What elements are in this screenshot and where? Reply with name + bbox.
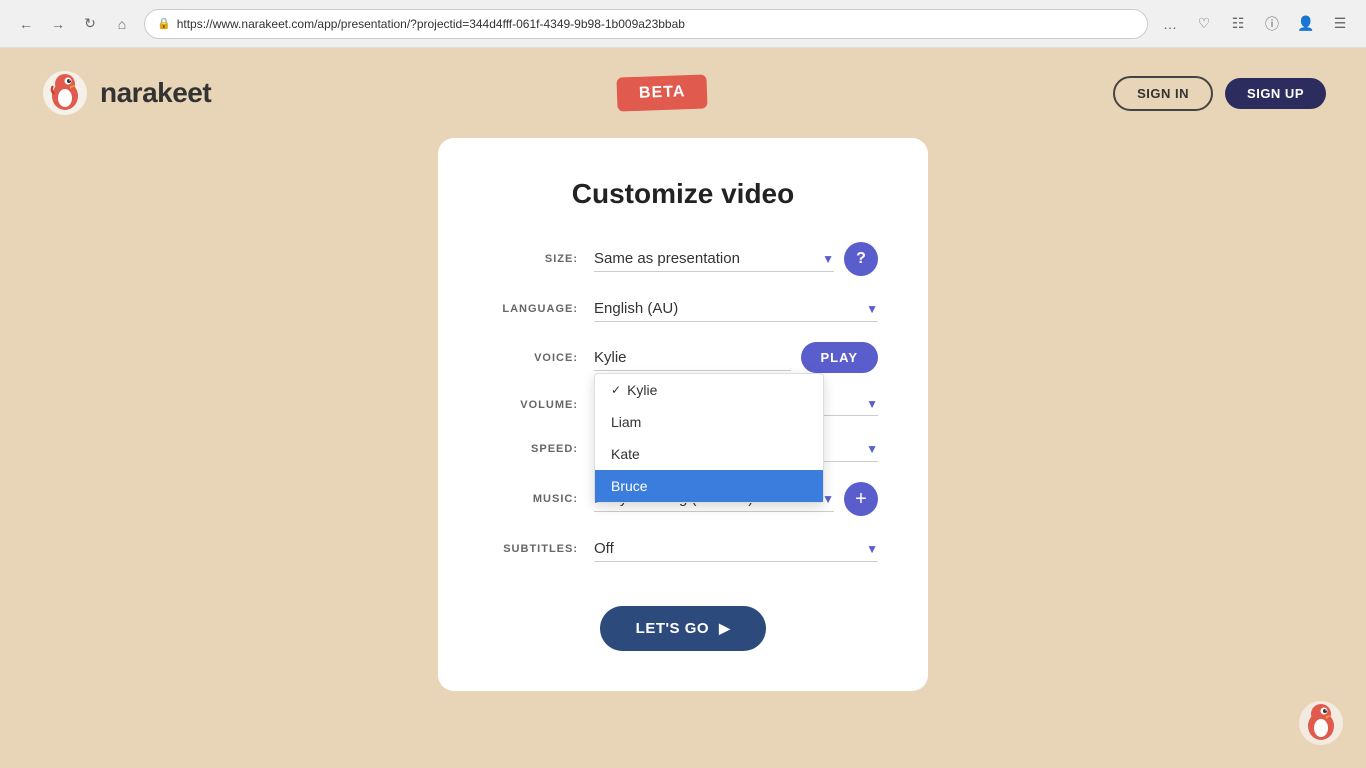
forward-button[interactable]: → bbox=[44, 10, 72, 38]
lets-go-arrow-icon: ▶ bbox=[719, 620, 730, 637]
voice-option-liam-label: Liam bbox=[611, 414, 641, 430]
voice-label: VOICE: bbox=[488, 352, 578, 364]
subtitles-label: SUBTITLES: bbox=[488, 543, 578, 555]
address-bar[interactable]: 🔒 https://www.narakeet.com/app/presentat… bbox=[144, 9, 1148, 39]
corner-bird-decoration bbox=[1296, 698, 1346, 748]
voice-play-button[interactable]: PLAY bbox=[801, 342, 878, 373]
reader-mode-button[interactable]: ☷ bbox=[1224, 10, 1252, 38]
profile-button[interactable]: 👤 bbox=[1292, 10, 1320, 38]
voice-option-kate-label: Kate bbox=[611, 446, 640, 462]
size-label: SIZE: bbox=[488, 253, 578, 265]
lock-icon: 🔒 bbox=[157, 17, 171, 30]
header: narakeet BETA SIGN IN SIGN UP bbox=[0, 48, 1366, 138]
language-dropdown-arrow-icon: ▼ bbox=[866, 302, 878, 316]
language-control: English (AU) ▼ bbox=[594, 296, 878, 322]
logo-text: narakeet bbox=[100, 77, 211, 109]
voice-option-kylie-label: Kylie bbox=[627, 382, 657, 398]
volume-dropdown-arrow-icon: ▼ bbox=[866, 397, 878, 411]
language-label: LANGUAGE: bbox=[488, 303, 578, 315]
music-plus-button[interactable]: + bbox=[844, 482, 878, 516]
voice-option-bruce[interactable]: Bruce bbox=[595, 470, 823, 502]
size-value: Same as presentation bbox=[594, 250, 814, 267]
sign-in-button[interactable]: SIGN IN bbox=[1113, 76, 1213, 111]
voice-dropdown-trigger[interactable]: Kylie bbox=[594, 345, 791, 371]
size-row: SIZE: Same as presentation ▼ ? bbox=[488, 242, 878, 276]
page-content: narakeet BETA SIGN IN SIGN UP Customize … bbox=[0, 48, 1366, 768]
subtitles-dropdown-arrow-icon: ▼ bbox=[866, 542, 878, 556]
size-dropdown[interactable]: Same as presentation ▼ bbox=[594, 246, 834, 272]
music-label: MUSIC: bbox=[488, 493, 578, 505]
corner-bird-icon bbox=[1296, 698, 1346, 748]
logo-area: narakeet bbox=[40, 68, 211, 118]
voice-option-kylie[interactable]: ✓ Kylie bbox=[595, 374, 823, 406]
voice-row: VOICE: Kylie ✓ Kylie Liam Kate bbox=[488, 342, 878, 373]
size-help-button[interactable]: ? bbox=[844, 242, 878, 276]
refresh-button[interactable]: ↻ bbox=[76, 10, 104, 38]
voice-option-bruce-label: Bruce bbox=[611, 478, 648, 494]
subtitles-row: SUBTITLES: Off ▼ bbox=[488, 536, 878, 562]
size-dropdown-arrow-icon: ▼ bbox=[822, 252, 834, 266]
language-value: English (AU) bbox=[594, 300, 858, 317]
menu-button[interactable]: ☰ bbox=[1326, 10, 1354, 38]
lets-go-label: LET'S GO bbox=[636, 620, 709, 637]
header-buttons: SIGN IN SIGN UP bbox=[1113, 76, 1326, 111]
subtitles-value: Off bbox=[594, 540, 858, 557]
logo-bird-icon bbox=[40, 68, 90, 118]
lets-go-button[interactable]: LET'S GO ▶ bbox=[600, 606, 767, 651]
sign-up-button[interactable]: SIGN UP bbox=[1225, 78, 1326, 109]
lets-go-area: LET'S GO ▶ bbox=[488, 582, 878, 651]
speed-dropdown-arrow-icon: ▼ bbox=[866, 442, 878, 456]
browser-toolbar: ← → ↻ ⌂ 🔒 https://www.narakeet.com/app/p… bbox=[0, 0, 1366, 48]
voice-check-icon: ✓ bbox=[611, 383, 621, 397]
extensions-button[interactable]: … bbox=[1156, 10, 1184, 38]
card-title: Customize video bbox=[488, 178, 878, 210]
language-row: LANGUAGE: English (AU) ▼ bbox=[488, 296, 878, 322]
voice-control: Kylie ✓ Kylie Liam Kate Bruce bbox=[594, 345, 791, 371]
voice-option-liam[interactable]: Liam bbox=[595, 406, 823, 438]
bookmark-button[interactable]: ♡ bbox=[1190, 10, 1218, 38]
volume-label: VOLUME: bbox=[488, 399, 578, 411]
main-card: Customize video SIZE: Same as presentati… bbox=[438, 138, 928, 691]
voice-dropdown-popup: ✓ Kylie Liam Kate Bruce bbox=[594, 373, 824, 503]
voice-option-kate[interactable]: Kate bbox=[595, 438, 823, 470]
size-control: Same as presentation ▼ bbox=[594, 246, 834, 272]
language-dropdown[interactable]: English (AU) ▼ bbox=[594, 296, 878, 322]
subtitles-control: Off ▼ bbox=[594, 536, 878, 562]
subtitles-dropdown[interactable]: Off ▼ bbox=[594, 536, 878, 562]
speed-label: SPEED: bbox=[488, 443, 578, 455]
url-text: https://www.narakeet.com/app/presentatio… bbox=[177, 17, 1135, 31]
home-button[interactable]: ⌂ bbox=[108, 10, 136, 38]
pocket-button[interactable]: ⓘ bbox=[1258, 10, 1286, 38]
voice-value: Kylie bbox=[594, 349, 791, 366]
beta-badge: BETA bbox=[616, 74, 708, 111]
back-button[interactable]: ← bbox=[12, 10, 40, 38]
